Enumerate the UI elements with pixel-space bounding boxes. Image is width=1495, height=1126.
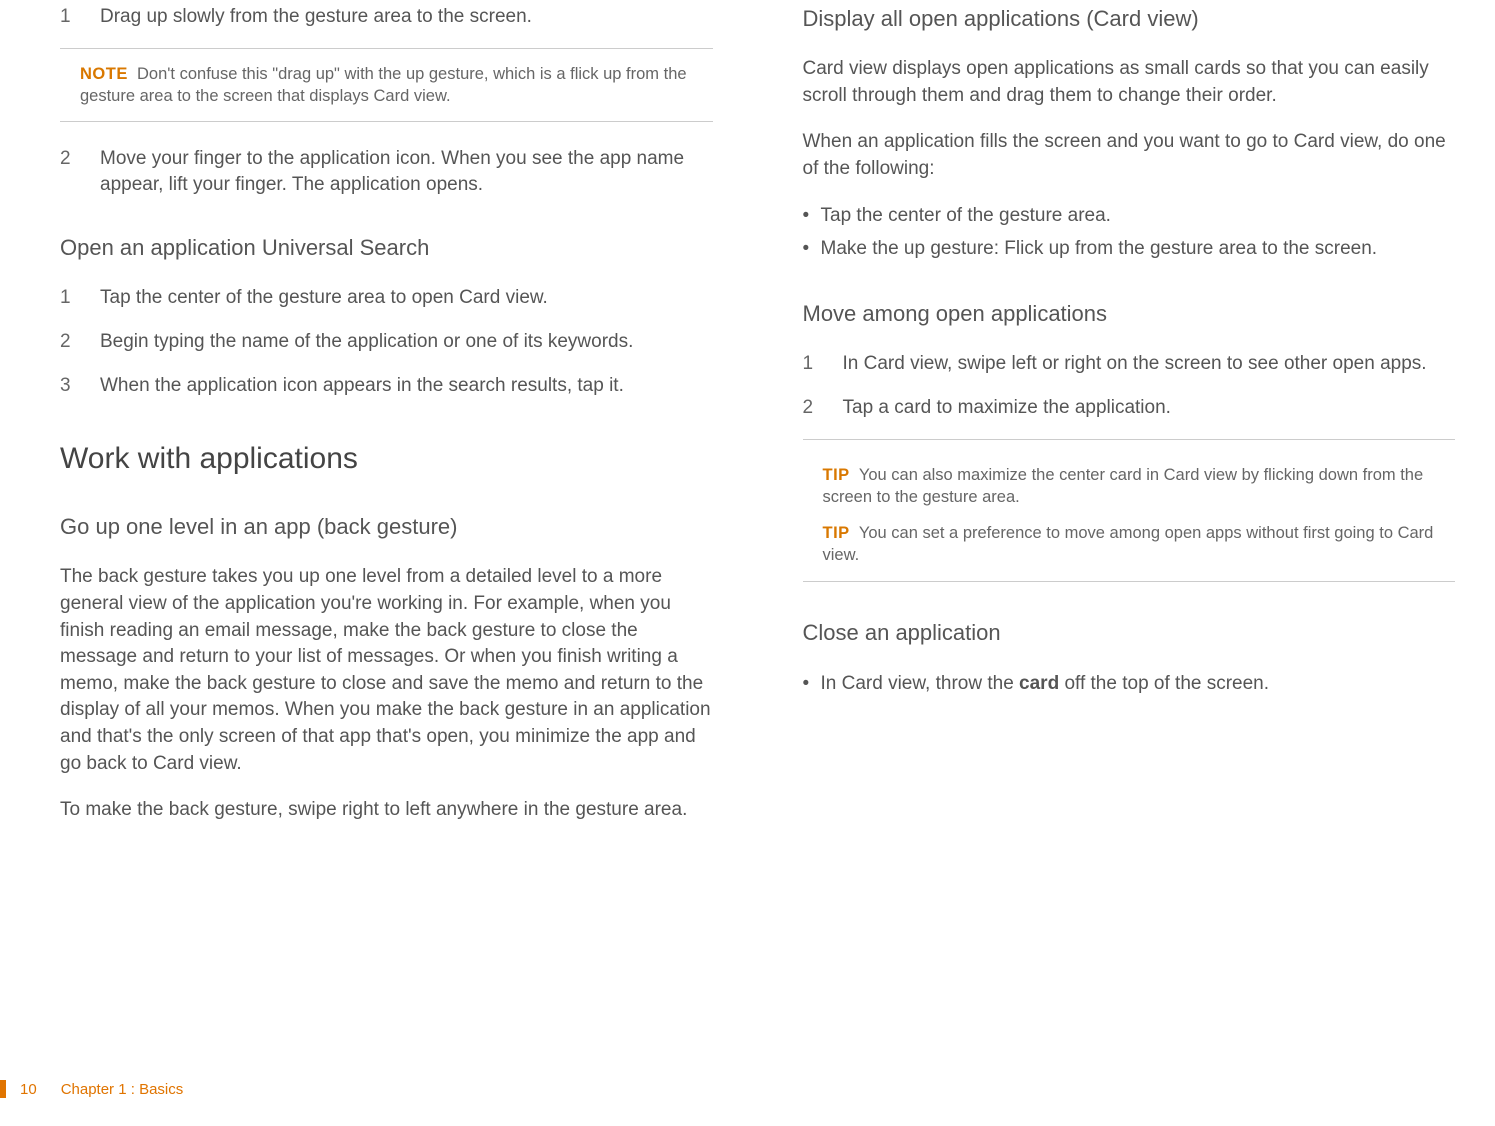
step-text: Begin typing the name of the application… (100, 329, 713, 355)
list-item: In Card view, throw the card off the top… (803, 670, 1456, 699)
chapter-label: Chapter 1 : Basics (61, 1081, 184, 1098)
note-callout: NOTE Don't confuse this "drag up" with t… (60, 48, 713, 123)
bullet-list: Tap the center of the gesture area. Make… (803, 202, 1456, 263)
section-heading: Move among open applications (803, 301, 1456, 327)
bold-text: card (1019, 673, 1059, 694)
list-item: Make the up gesture: Flick up from the g… (803, 235, 1456, 264)
numbered-step: 1 In Card view, swipe left or right on t… (803, 351, 1456, 377)
tip-callout: TIP You can set a preference to move amo… (803, 522, 1456, 567)
step-text: When the application icon appears in the… (100, 373, 713, 399)
step-number: 1 (60, 285, 100, 311)
page-number: 10 (20, 1081, 37, 1098)
numbered-step: 1 Drag up slowly from the gesture area t… (60, 4, 713, 30)
note-label: NOTE (80, 65, 128, 83)
step-number: 2 (803, 395, 843, 421)
step-text: Drag up slowly from the gesture area to … (100, 4, 713, 30)
section-heading: Open an application Universal Search (60, 235, 713, 261)
note-text: Don't confuse this "drag up" with the up… (80, 65, 687, 105)
step-text: In Card view, swipe left or right on the… (843, 351, 1456, 377)
step-number: 1 (803, 351, 843, 377)
tip-callout: TIP You can also maximize the center car… (803, 464, 1456, 509)
footer-accent-bar (0, 1080, 6, 1098)
tip-callout-group: TIP You can also maximize the center car… (803, 439, 1456, 582)
paragraph: To make the back gesture, swipe right to… (60, 797, 713, 824)
bullet-list: In Card view, throw the card off the top… (803, 670, 1456, 699)
section-heading: Display all open applications (Card view… (803, 6, 1456, 32)
page-footer: 10 Chapter 1 : Basics (0, 1080, 183, 1098)
step-number: 2 (60, 329, 100, 355)
step-text: Tap the center of the gesture area to op… (100, 285, 713, 311)
text-fragment: In Card view, throw the (821, 673, 1020, 694)
tip-text: You can also maximize the center card in… (823, 466, 1424, 506)
numbered-step: 1 Tap the center of the gesture area to … (60, 285, 713, 311)
list-item: Tap the center of the gesture area. (803, 202, 1456, 231)
numbered-step: 2 Move your finger to the application ic… (60, 146, 713, 197)
tip-label: TIP (823, 524, 850, 542)
section-heading: Close an application (803, 620, 1456, 646)
section-heading: Go up one level in an app (back gesture) (60, 514, 713, 540)
numbered-step: 2 Tap a card to maximize the application… (803, 395, 1456, 421)
paragraph: The back gesture takes you up one level … (60, 564, 713, 777)
step-text: Tap a card to maximize the application. (843, 395, 1456, 421)
major-heading: Work with applications (60, 442, 713, 476)
paragraph: Card view displays open applications as … (803, 56, 1456, 109)
step-number: 3 (60, 373, 100, 399)
numbered-step: 3 When the application icon appears in t… (60, 373, 713, 399)
step-number: 2 (60, 146, 100, 197)
text-fragment: off the top of the screen. (1059, 673, 1269, 694)
page-content: 1 Drag up slowly from the gesture area t… (0, 0, 1495, 844)
numbered-step: 2 Begin typing the name of the applicati… (60, 329, 713, 355)
step-text: Move your finger to the application icon… (100, 146, 713, 197)
tip-text: You can set a preference to move among o… (823, 524, 1434, 564)
paragraph: When an application fills the screen and… (803, 129, 1456, 182)
tip-label: TIP (823, 466, 850, 484)
step-number: 1 (60, 4, 100, 30)
right-column: Display all open applications (Card view… (803, 0, 1456, 844)
left-column: 1 Drag up slowly from the gesture area t… (60, 0, 713, 844)
